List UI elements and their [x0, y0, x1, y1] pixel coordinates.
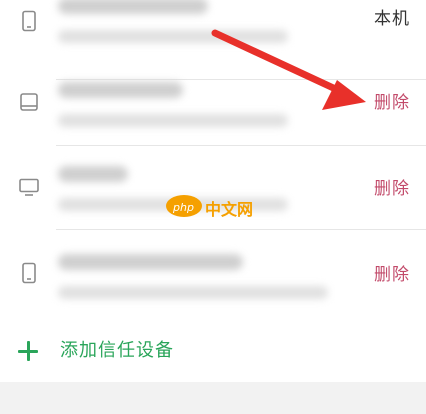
phone-icon [18, 10, 40, 32]
footer-background [0, 382, 426, 414]
plus-icon [17, 340, 39, 362]
device-detail-redacted [58, 286, 328, 299]
device-name-redacted [58, 254, 243, 270]
device-name-redacted [58, 82, 183, 98]
device-row: 删除 [0, 230, 426, 314]
add-trusted-device-label: 添加信任设备 [60, 340, 174, 361]
add-trusted-device-button[interactable]: 添加信任设备 [0, 328, 426, 374]
watermark-text: 中文网 [205, 200, 254, 219]
phone-icon [18, 262, 40, 284]
device-name-redacted [58, 166, 128, 182]
watermark-logo-text: php [173, 201, 194, 214]
tablet-icon [18, 91, 40, 113]
delete-device-button[interactable]: 删除 [374, 179, 410, 199]
site-watermark: php 中文网 [166, 193, 262, 219]
delete-device-button[interactable]: 删除 [374, 93, 410, 113]
device-row: 删除 [0, 62, 426, 146]
device-detail-redacted [58, 114, 288, 127]
device-name-redacted [58, 0, 208, 14]
watermark-logo: php [166, 195, 202, 217]
monitor-icon [18, 176, 40, 198]
current-device-label: 本机 [374, 9, 410, 29]
device-detail-redacted [58, 30, 288, 43]
delete-device-button[interactable]: 删除 [374, 265, 410, 285]
